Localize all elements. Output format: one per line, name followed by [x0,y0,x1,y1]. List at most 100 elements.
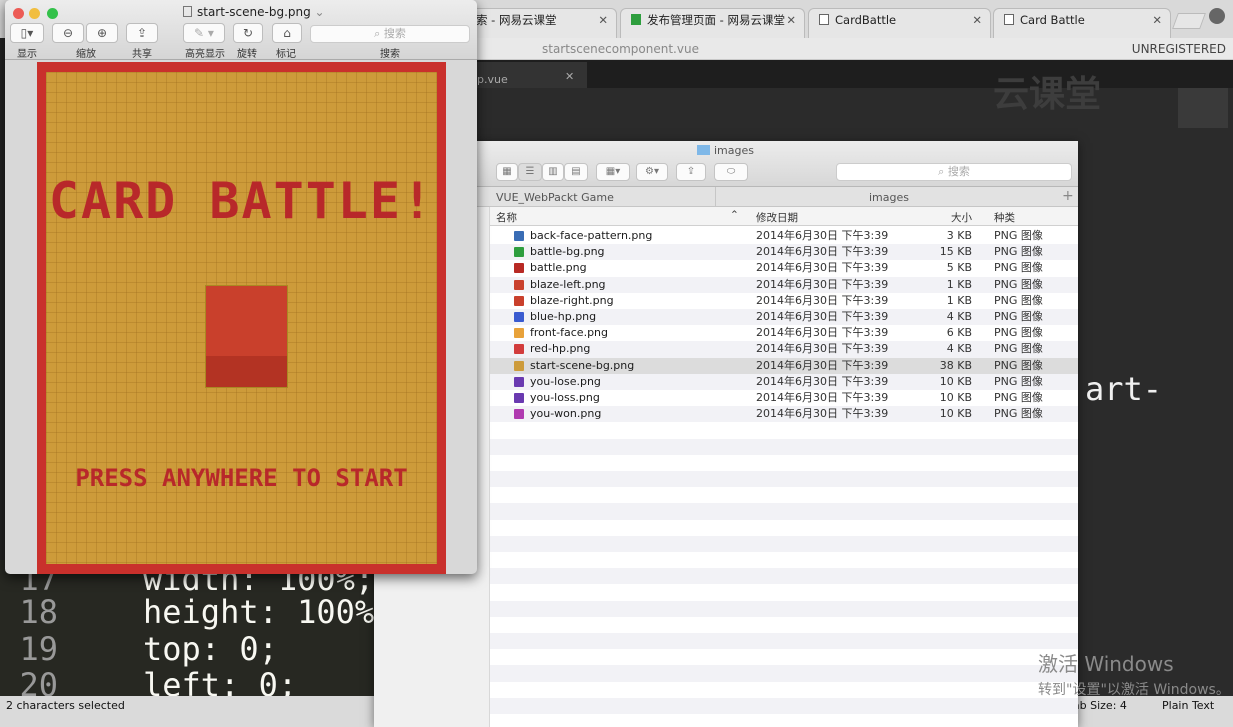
search-placeholder: 搜索 [383,27,406,40]
sidebar-toggle-button[interactable]: ▯▾ [10,23,44,43]
zoom-label: 缩放 [76,49,96,60]
syntax-status[interactable]: Plain Text [1162,699,1214,712]
empty-row [490,584,1078,600]
path-segment[interactable]: images [869,191,909,204]
gear-icon[interactable]: ⚙▾ [636,163,668,181]
browser-tab[interactable]: CardBattle ✕ [808,8,991,38]
file-icon [514,295,524,306]
file-row[interactable]: start-scene-bg.png 2014年6月30日 下午3:39 38 KB… [490,357,1078,374]
close-icon[interactable]: ✕ [565,70,574,83]
preview-image[interactable]: CARD BATTLE! PRESS ANYWHERE TO START [37,62,446,574]
file-name: start-scene-bg.png [530,358,635,372]
line-number: 18 [19,593,58,631]
file-row[interactable]: front-face.png 2014年6月30日 下午3:39 6 KB PNG 图… [490,325,1078,341]
file-row[interactable]: blaze-right.png 2014年6月30日 下午3:39 1 KB PNG … [490,293,1078,309]
file-kind: PNG 图像 [994,342,1043,356]
column-view-button[interactable]: ▥ [542,163,564,181]
col-size[interactable]: 大小 [951,210,972,225]
rotate-button[interactable]: ↻ [233,23,263,43]
close-icon[interactable] [13,8,24,19]
new-tab-button[interactable] [1172,13,1206,29]
card-shadow [206,356,287,387]
file-row[interactable]: you-won.png 2014年6月30日 下午3:39 10 KB PNG 图像 [490,406,1078,423]
file-date: 2014年6月30日 下午3:39 [756,229,889,242]
code-line: top: 0; [143,630,278,668]
empty-row [490,438,1078,455]
minimize-icon[interactable] [29,8,40,19]
course-logo: 云课堂 [993,74,1102,115]
browser-tab[interactable]: Card Battle ✕ [993,8,1171,38]
empty-row [490,455,1078,471]
finder-search-input[interactable]: ⌕ 搜索 [836,163,1072,181]
file-name: you-won.png [530,407,602,421]
file-icon [514,393,524,403]
file-name: red-hp.png [530,342,591,356]
file-row[interactable]: blue-hp.png 2014年6月30日 下午3:39 4 KB PNG 图像 [490,309,1078,326]
path-segment[interactable]: VUE_WebPackt Game [496,191,614,204]
markup-button[interactable]: ⌂ [272,23,302,43]
code-editor-pane[interactable]: 17 width: 100%; 18 height: 100%; 19 top: 0;… [0,560,374,696]
empty-row [490,520,1078,536]
editor-tabbar: p.vue ✕ [477,60,1233,88]
file-row[interactable]: you-loss.png 2014年6月30日 下午3:39 10 KB PNG 图像 [490,390,1078,406]
preview-window: start-scene-bg.png ⌄ ▯▾ ⊖ ⊕ ⇪ ✎ ▾ ↻ ⌂ ⌕ … [5,0,477,574]
file-row[interactable]: battle.png 2014年6月30日 下午3:39 5 KB PNG 图像 [490,260,1078,276]
tag-icon[interactable]: ⬭ [714,163,748,181]
close-icon[interactable]: ✕ [972,9,982,31]
file-size: 38 KB [939,358,972,372]
empty-row [490,665,1078,682]
file-icon [514,409,524,420]
file-row[interactable]: battle-bg.png 2014年6月30日 下午3:39 15 KB PNG 图… [490,244,1078,261]
activation-watermark: 激活 Windows 转到"设置"以激活 Windows。 [1038,648,1230,699]
file-date: 2014年6月30日 下午3:39 [756,358,889,372]
file-kind: PNG 图像 [994,358,1043,372]
col-name[interactable]: 名称 [496,210,517,225]
close-icon[interactable]: ✕ [786,9,796,31]
sort-chevron-icon[interactable]: ⌃ [730,209,739,221]
browser-tab[interactable]: 发布管理页面 - 网易云课堂 ✕ [620,8,805,38]
finder-title: images [697,144,754,157]
file-row[interactable]: you-lose.png 2014年6月30日 下午3:39 10 KB PNG 图像 [490,373,1078,390]
finder-title-text: images [714,144,754,157]
file-row[interactable]: back-face-pattern.png 2014年6月30日 下午3:39 3 … [490,228,1078,244]
zoom-in-button[interactable]: ⊕ [86,23,118,43]
game-board: CARD BATTLE! PRESS ANYWHERE TO START [46,72,437,564]
file-date: 2014年6月30日 下午3:39 [756,374,889,388]
file-title: startscenecomponent.vue [542,42,699,56]
col-date[interactable]: 修改日期 [756,210,798,225]
close-icon[interactable]: ✕ [1152,9,1162,31]
preview-search-input[interactable]: ⌕ 搜索 [310,25,470,43]
tab-label: Card Battle [1020,13,1085,27]
browser-tab[interactable]: 索 - 网易云课堂 ✕ [465,8,617,38]
editor-titlebar: startscenecomponent.vue UNREGISTERED [477,38,1233,60]
chevron-down-icon[interactable]: ⌄ [315,5,325,19]
gallery-view-button[interactable]: ▤ [564,163,588,181]
minimap[interactable] [1178,88,1228,128]
selection-status: 2 characters selected [6,699,125,712]
file-row[interactable]: blaze-left.png 2014年6月30日 下午3:39 1 KB PNG 图… [490,276,1078,293]
file-kind: PNG 图像 [994,245,1043,259]
close-icon[interactable]: ✕ [598,9,608,31]
file-kind: PNG 图像 [994,277,1043,291]
file-row[interactable]: red-hp.png 2014年6月30日 下午3:39 4 KB PNG 图像 [490,341,1078,358]
finder-toolbar: images ▦ ☰ ▥ ▤ ▦▾ ⚙▾ ⇪ ⬭ ⌕ 搜索 [374,141,1078,187]
column-header: 名称 ⌃ 修改日期 大小 种类 [490,207,1078,226]
zoom-out-button[interactable]: ⊖ [52,23,84,43]
file-size: 1 KB [946,293,972,307]
highlight-button[interactable]: ✎ ▾ [183,23,225,43]
code-line: height: 100%; [143,593,374,631]
empty-row [490,617,1078,633]
icon-view-button[interactable]: ▦ [496,163,518,181]
col-kind[interactable]: 种类 [994,210,1015,225]
user-icon[interactable] [1209,8,1225,24]
file-size: 10 KB [939,407,972,421]
file-date: 2014年6月30日 下午3:39 [756,407,889,421]
group-button[interactable]: ▦▾ [596,163,630,181]
add-tab-icon[interactable]: + [1062,188,1074,204]
folder-icon [697,145,710,155]
share-button[interactable]: ⇪ [126,23,158,43]
zoom-icon[interactable] [47,8,58,19]
editor-tab[interactable]: p.vue ✕ [477,62,587,88]
share-icon[interactable]: ⇪ [676,163,706,181]
list-view-button[interactable]: ☰ [518,163,542,181]
